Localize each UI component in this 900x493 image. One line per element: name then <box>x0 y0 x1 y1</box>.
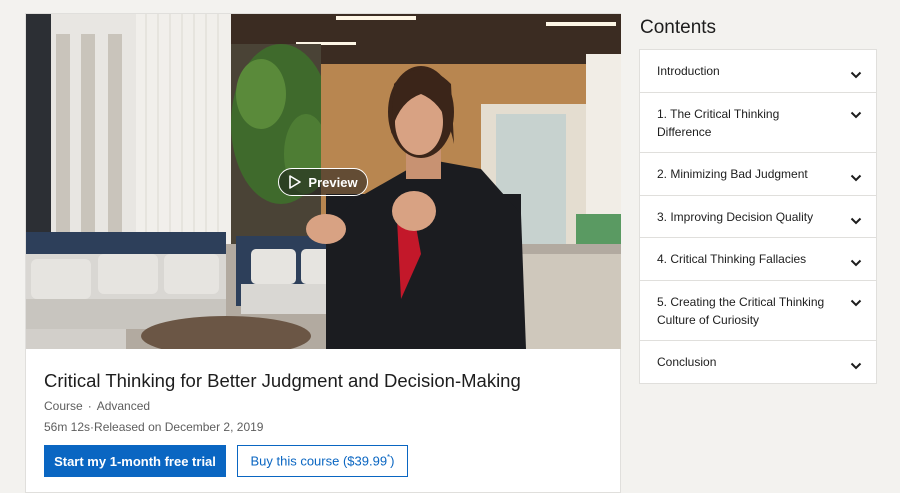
chapter-5[interactable]: 5. Creating the Critical Thinking Cultur… <box>640 281 876 341</box>
course-meta: Course · Advanced <box>44 399 602 413</box>
chevron-down-icon <box>850 259 862 267</box>
course-info: Critical Thinking for Better Judgment an… <box>44 370 602 434</box>
separator-dot: · <box>87 399 92 413</box>
preview-button[interactable]: Preview <box>278 168 368 196</box>
chapter-label: 4. Critical Thinking Fallacies <box>657 252 807 266</box>
chevron-down-icon <box>850 217 862 224</box>
course-level: Advanced <box>96 399 151 413</box>
preview-label: Preview <box>308 174 358 190</box>
chapter-label: Introduction <box>657 64 720 78</box>
chapter-introduction[interactable]: Introduction <box>640 50 876 93</box>
chapter-2[interactable]: 2. Minimizing Bad Judgment <box>640 153 876 196</box>
chevron-down-icon <box>850 299 862 307</box>
chapter-label: 2. Minimizing Bad Judgment <box>657 167 808 181</box>
course-card: Preview Critical Thinking for Better Jud… <box>25 13 621 493</box>
chevron-down-icon <box>850 71 862 79</box>
course-release-date: Released on December 2, 2019 <box>94 420 264 434</box>
course-preview-video[interactable]: Preview <box>26 14 621 349</box>
chapter-conclusion[interactable]: Conclusion <box>640 341 876 383</box>
chapter-label: 3. Improving Decision Quality <box>657 209 814 224</box>
play-icon <box>289 175 302 189</box>
course-stats: 56m 12s·Released on December 2, 2019 <box>44 420 602 434</box>
buy-label-suffix: ) <box>390 453 395 469</box>
course-type: Course <box>44 399 83 413</box>
buy-label-prefix: Buy this course ($39.99 <box>250 453 388 469</box>
course-actions: Start my 1-month free trial Buy this cou… <box>44 445 408 477</box>
chapter-1[interactable]: 1. The Critical Thinking Difference <box>640 93 876 153</box>
chapter-3[interactable]: 3. Improving Decision Quality <box>640 196 876 238</box>
buy-course-button[interactable]: Buy this course ($39.99*) <box>237 445 408 477</box>
course-title: Critical Thinking for Better Judgment an… <box>44 370 521 391</box>
chapter-4[interactable]: 4. Critical Thinking Fallacies <box>640 238 876 281</box>
chapter-label: 1. The Critical Thinking Difference <box>657 107 780 139</box>
chevron-down-icon <box>850 362 862 370</box>
chevron-down-icon <box>850 111 862 119</box>
course-duration: 56m 12s <box>44 420 91 434</box>
chapter-label: 5. Creating the Critical Thinking Cultur… <box>657 295 825 327</box>
chapter-label: Conclusion <box>657 355 717 369</box>
contents-title: Contents <box>640 17 717 38</box>
start-free-trial-button[interactable]: Start my 1-month free trial <box>44 445 226 477</box>
chevron-down-icon <box>850 174 862 182</box>
contents-list: Introduction 1. The Critical Thinking Di… <box>639 49 877 384</box>
